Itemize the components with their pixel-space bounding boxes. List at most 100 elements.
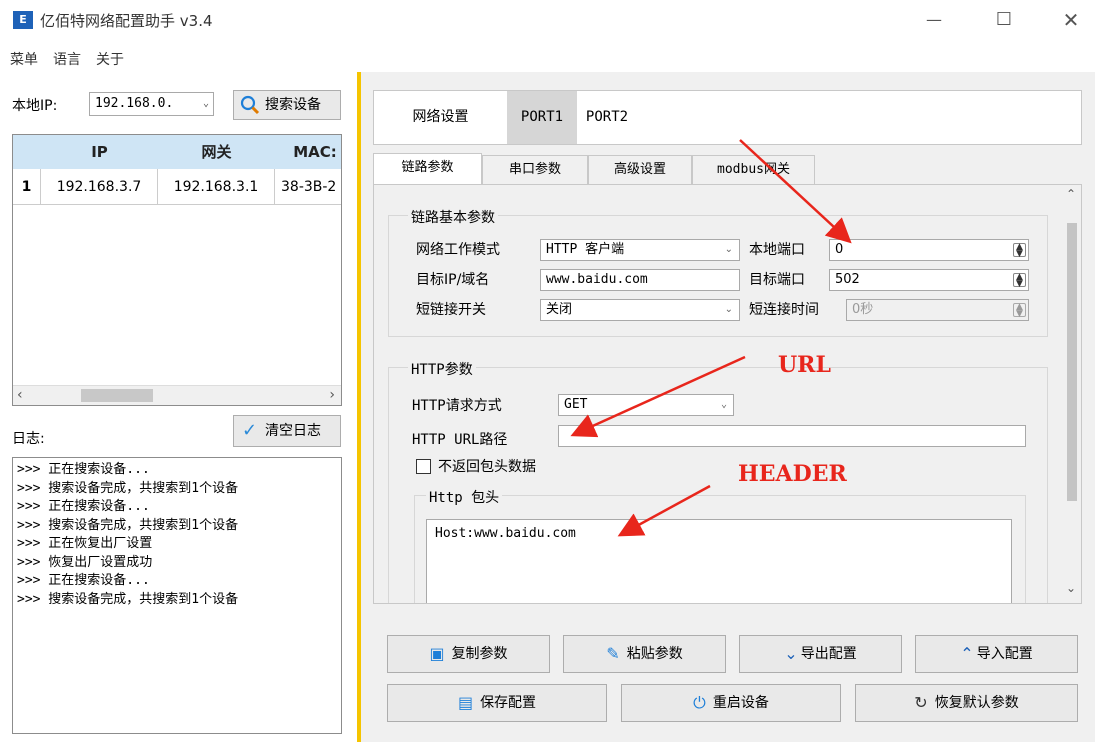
- target-ip-input[interactable]: www.baidu.com: [540, 269, 740, 291]
- log-line: >>> 搜索设备完成，共搜索到1个设备: [17, 591, 239, 607]
- scroll-right-icon[interactable]: ›: [329, 387, 335, 403]
- target-port-input[interactable]: 502 ▲ ▼: [829, 269, 1029, 291]
- no-header-label: 不返回包头数据: [438, 459, 536, 475]
- http-method-value: GET: [564, 397, 588, 412]
- chevron-up-icon: ⌃: [960, 644, 974, 663]
- cell-gateway: 192.168.3.1: [158, 169, 275, 205]
- table-corner: [13, 135, 41, 169]
- local-ip-value: 192.168.0.: [95, 96, 174, 111]
- row-index: 1: [13, 169, 41, 205]
- short-conn-time-value: 0秒: [852, 302, 874, 317]
- folder-icon: ▣: [429, 644, 445, 663]
- log-line: >>> 正在搜索设备...: [17, 573, 150, 588]
- log-line: >>> 正在恢复出厂设置: [17, 536, 153, 551]
- http-method-label: HTTP请求方式: [412, 398, 502, 414]
- target-port-label: 目标端口: [749, 272, 805, 288]
- menu-item-language[interactable]: 语言: [53, 49, 81, 69]
- chevron-down-icon: ⌄: [720, 399, 727, 410]
- clear-log-button[interactable]: ✓ 清空日志: [233, 415, 341, 447]
- restart-device-button[interactable]: ⏻ 重启设备: [621, 684, 841, 722]
- http-group-title: HTTP参数: [408, 359, 476, 379]
- copy-params-button[interactable]: ▣ 复制参数: [387, 635, 550, 673]
- close-icon[interactable]: ✕: [1059, 8, 1083, 32]
- device-table: IP 网关 MAC: 1 192.168.3.7 192.168.3.1 38-…: [12, 134, 342, 406]
- vertical-scrollbar[interactable]: ⌃ ⌄: [1063, 185, 1081, 603]
- restart-device-label: 重启设备: [712, 695, 769, 711]
- restore-defaults-button[interactable]: ↻ 恢复默认参数: [855, 684, 1078, 722]
- edit-icon: ✎: [606, 644, 620, 663]
- menu-item-about[interactable]: 关于: [96, 49, 124, 69]
- tab-modbus-gateway[interactable]: modbus网关: [692, 155, 815, 185]
- clear-log-label: 清空日志: [265, 423, 321, 439]
- cell-mac: 38-3B-2: [275, 169, 341, 205]
- menu-item-menu[interactable]: 菜单: [10, 49, 38, 69]
- minimize-icon[interactable]: —: [922, 8, 946, 32]
- scrollbar-thumb[interactable]: [1067, 223, 1077, 501]
- no-header-checkbox[interactable]: [416, 459, 431, 474]
- local-port-input[interactable]: 0 ▲ ▼: [829, 239, 1029, 261]
- scroll-left-icon[interactable]: ‹: [17, 387, 23, 403]
- log-line: >>> 正在搜索设备...: [17, 499, 150, 514]
- power-icon: ⏻: [693, 693, 706, 712]
- column-header-ip[interactable]: IP: [41, 135, 158, 169]
- export-config-button[interactable]: ⌄ 导出配置: [739, 635, 902, 673]
- short-conn-time-input[interactable]: 0秒 ▲ ▼: [846, 299, 1029, 321]
- cell-ip: 192.168.3.7: [41, 169, 158, 205]
- spinner-icon[interactable]: ▲ ▼: [1013, 303, 1026, 319]
- copy-params-label: 复制参数: [451, 646, 508, 662]
- tab-port1[interactable]: PORT1: [507, 91, 577, 144]
- target-port-value: 502: [835, 272, 860, 287]
- scroll-up-icon[interactable]: ⌃: [1066, 187, 1076, 201]
- paste-params-button[interactable]: ✎ 粘贴参数: [563, 635, 726, 673]
- chevron-down-icon: ⌄: [784, 644, 798, 663]
- log-textarea[interactable]: >>> 正在搜索设备... >>> 搜索设备完成，共搜索到1个设备 >>> 正在…: [12, 457, 342, 734]
- spinner-icon[interactable]: ▲ ▼: [1013, 243, 1026, 259]
- chevron-down-icon: ⌄: [724, 304, 733, 315]
- column-header-gateway[interactable]: 网关: [158, 135, 275, 169]
- local-ip-label: 本地IP:: [12, 98, 58, 114]
- tab-serial-params[interactable]: 串口参数: [482, 155, 588, 185]
- column-header-mac[interactable]: MAC:: [275, 135, 341, 169]
- http-url-input[interactable]: [558, 425, 1026, 447]
- http-header-textarea[interactable]: Host:www.baidu.com: [426, 519, 1012, 603]
- refresh-icon: ↻: [914, 693, 928, 712]
- save-config-label: 保存配置: [480, 695, 537, 711]
- annotation-url: URL: [778, 352, 831, 378]
- tab-network-settings[interactable]: 网络设置: [374, 91, 507, 144]
- tab-link-params[interactable]: 链路参数: [373, 153, 482, 185]
- annotation-header: HEADER: [738, 461, 847, 487]
- work-mode-label: 网络工作模式: [416, 242, 500, 258]
- short-conn-select[interactable]: 关闭 ⌄: [540, 299, 740, 321]
- chevron-down-icon: ⌄: [202, 98, 209, 109]
- maximize-icon[interactable]: ☐: [992, 8, 1016, 32]
- log-line: >>> 恢复出厂设置成功: [17, 554, 153, 570]
- search-device-button[interactable]: 搜索设备: [233, 90, 341, 120]
- export-config-label: 导出配置: [800, 646, 857, 662]
- scroll-down-icon[interactable]: ⌄: [1066, 581, 1076, 595]
- link-group-title: 链路基本参数: [408, 207, 498, 227]
- spinner-icon[interactable]: ▲ ▼: [1013, 273, 1026, 289]
- http-method-select[interactable]: GET ⌄: [558, 394, 734, 416]
- tab-port2[interactable]: PORT2: [577, 91, 637, 144]
- horizontal-scrollbar[interactable]: ‹ ›: [13, 385, 341, 405]
- search-icon: [240, 91, 262, 125]
- work-mode-value: HTTP 客户端: [546, 242, 625, 257]
- window-title: 亿佰特网络配置助手 v3.4: [40, 12, 213, 30]
- short-conn-time-label: 短连接时间: [749, 302, 819, 318]
- short-conn-value: 关闭: [546, 302, 573, 317]
- import-config-button[interactable]: ⌃ 导入配置: [915, 635, 1078, 673]
- log-label: 日志:: [12, 431, 45, 447]
- broom-icon: ✓: [242, 420, 258, 441]
- work-mode-select[interactable]: HTTP 客户端 ⌄: [540, 239, 740, 261]
- scrollbar-thumb[interactable]: [81, 389, 153, 402]
- http-header-group-title: Http 包头: [426, 487, 503, 507]
- local-ip-select[interactable]: 192.168.0. ⌄: [89, 92, 214, 116]
- http-url-label: HTTP URL路径: [412, 432, 508, 448]
- local-port-value: 0: [835, 242, 844, 257]
- import-config-label: 导入配置: [976, 646, 1033, 662]
- tab-advanced[interactable]: 高级设置: [588, 155, 692, 185]
- local-port-label: 本地端口: [749, 242, 805, 258]
- paste-params-label: 粘贴参数: [626, 646, 683, 662]
- restore-defaults-label: 恢复默认参数: [934, 695, 1019, 711]
- save-config-button[interactable]: ▤ 保存配置: [387, 684, 607, 722]
